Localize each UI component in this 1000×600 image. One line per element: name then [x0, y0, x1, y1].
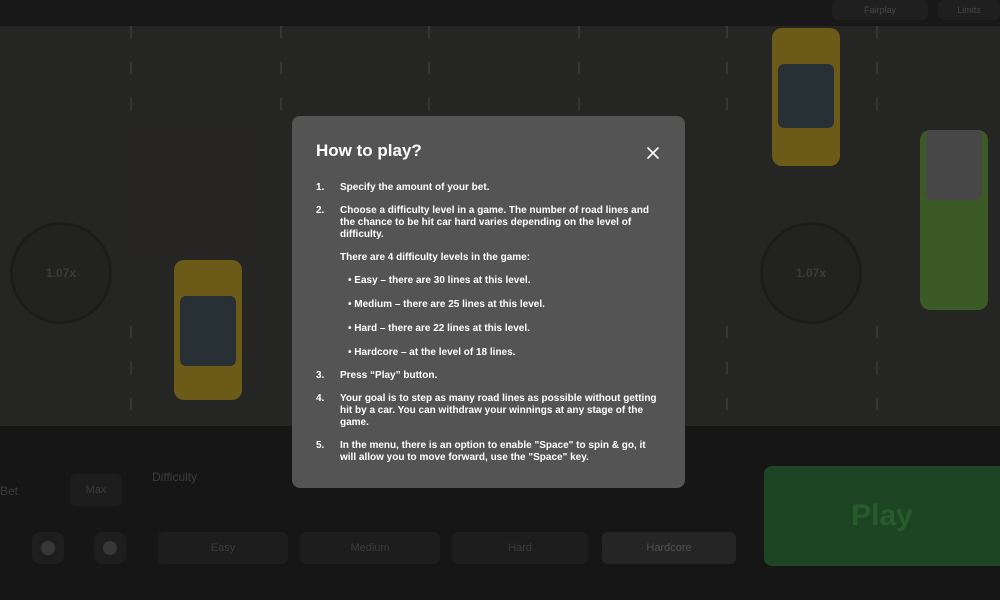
levels-intro: There are 4 difficulty levels in the gam… — [340, 252, 531, 263]
level-item: • Easy – there are 30 lines at this leve… — [348, 275, 531, 286]
instruction-step: 5. In the menu, there is an option to en… — [316, 440, 646, 463]
level-item: • Hardcore – at the level of 18 lines. — [348, 347, 516, 358]
instruction-step: 3. Press “Play” button. — [316, 370, 438, 381]
modal-title: How to play? — [316, 141, 422, 160]
level-item: • Hard – there are 22 lines at this leve… — [348, 323, 530, 334]
instructions-list: 1. Specify the amount of your bet. 2. Ch… — [316, 182, 661, 464]
instruction-step: 2. Choose a difficulty level in a game. … — [316, 205, 649, 240]
close-icon[interactable] — [643, 143, 663, 163]
instruction-step: 4. Your goal is to step as many road lin… — [316, 393, 657, 428]
instruction-step: 1. Specify the amount of your bet. — [316, 182, 490, 193]
how-to-play-modal: How to play? 1. Specify the amount of yo… — [292, 116, 685, 488]
level-item: • Medium – there are 25 lines at this le… — [348, 299, 545, 310]
